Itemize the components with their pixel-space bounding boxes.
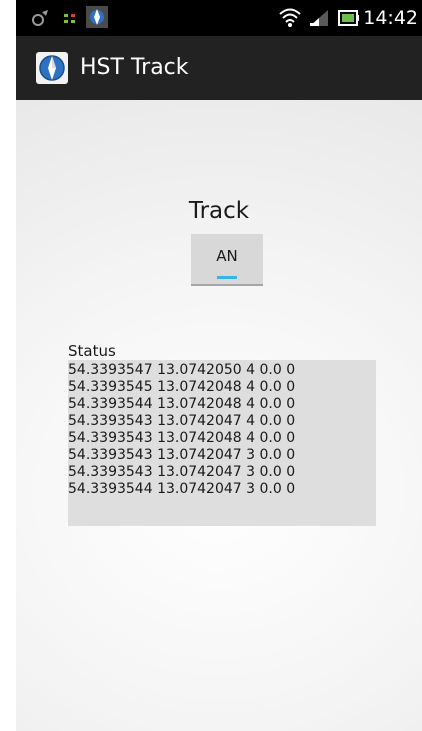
cellular-signal-icon	[308, 8, 330, 32]
status-label: Status	[68, 342, 116, 360]
status-line: 54.3393545 13.0742048 4 0.0 0	[68, 379, 296, 395]
battery-icon	[338, 9, 360, 31]
gps-icon	[30, 8, 52, 32]
status-line: 54.3393544 13.0742048 4 0.0 0	[68, 396, 296, 412]
toggle-on-indicator	[217, 276, 237, 279]
track-toggle-button[interactable]: AN	[191, 234, 263, 286]
status-bar: 14:42	[16, 0, 422, 36]
status-line: 54.3393547 13.0742050 4 0.0 0	[68, 362, 296, 378]
status-line: 54.3393543 13.0742047 4 0.0 0	[68, 413, 296, 429]
compass-icon[interactable]	[36, 52, 68, 84]
app-title: HST Track	[80, 55, 189, 80]
status-line: 54.3393543 13.0742048 4 0.0 0	[68, 430, 296, 446]
toggle-button-label: AN	[216, 247, 238, 265]
wifi-icon	[278, 6, 302, 32]
status-line: 54.3393543 13.0742047 3 0.0 0	[68, 464, 296, 480]
clock: 14:42	[363, 7, 418, 29]
status-line: 54.3393544 13.0742047 3 0.0 0	[68, 481, 296, 497]
main-content: Track AN Status 54.3393547 13.0742050 4 …	[16, 100, 422, 731]
signal-strength-icon	[62, 8, 78, 32]
status-line: 54.3393543 13.0742047 3 0.0 0	[68, 447, 296, 463]
device-screen: 14:42 HST Track Track AN Status 54.33935…	[16, 0, 422, 731]
track-label: Track	[188, 198, 250, 224]
app-notification-icon	[86, 6, 108, 32]
status-log: 54.3393547 13.0742050 4 0.0 0 54.3393545…	[68, 360, 376, 526]
action-bar: HST Track	[16, 36, 422, 100]
